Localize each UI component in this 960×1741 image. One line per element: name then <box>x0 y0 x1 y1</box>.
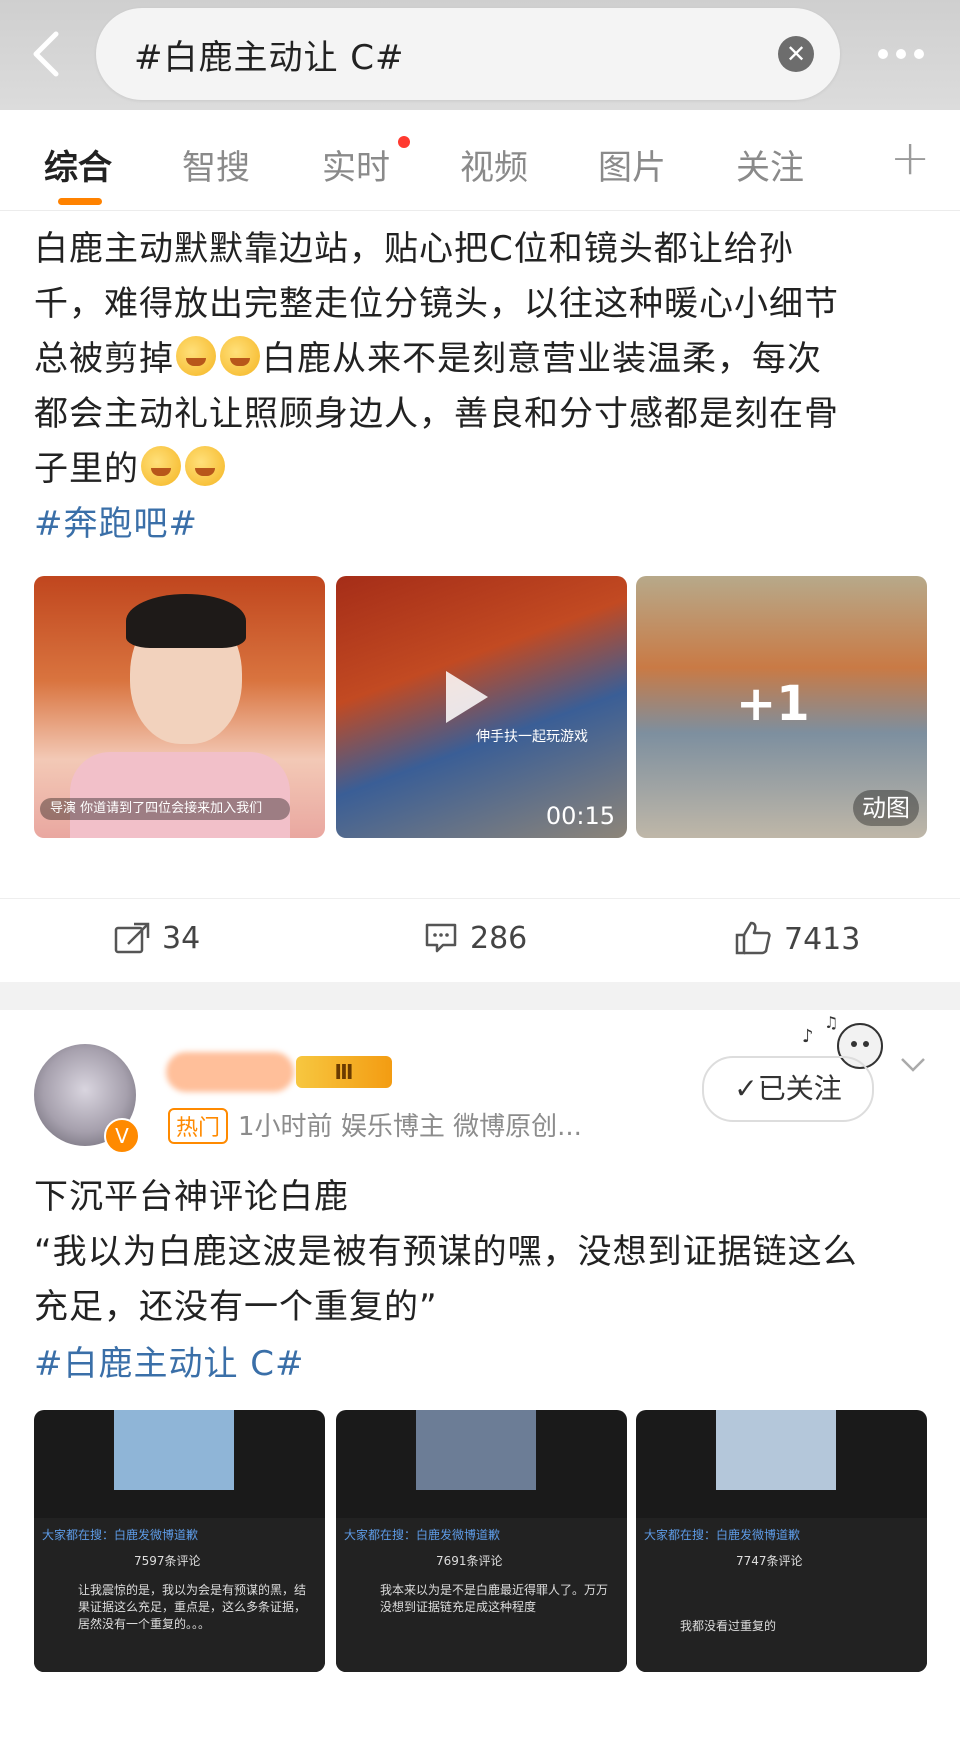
search-input[interactable]: #白鹿主动让 C# ✕ <box>96 8 840 100</box>
clear-icon[interactable]: ✕ <box>778 36 814 72</box>
post-text-line: 千，难得放出完整走位分镜头，以往这种暖心小细节 <box>34 284 839 324</box>
tab-images[interactable]: 图片 <box>598 140 666 189</box>
like-button[interactable]: 7413 <box>734 921 860 957</box>
crying-emoji-icon <box>176 336 216 376</box>
more-images-count: +1 <box>736 676 810 732</box>
post-text: 下沉平台神评论白鹿 “我以为白鹿这波是被有预谋的嘿，没想到证据链这么 充足，还没… <box>34 1170 914 1335</box>
image-caption: 导演 你道请到了四位会接来加入我们 <box>40 798 290 820</box>
search-query: #白鹿主动让 C# <box>134 38 405 78</box>
post-action-bar: 34 286 7413 <box>0 898 960 983</box>
post-separator <box>0 982 960 1010</box>
thumbs-up-icon <box>735 921 771 955</box>
crying-emoji-icon <box>220 336 260 376</box>
level-badge-text: Ⅲ <box>334 1060 354 1084</box>
hashtag-link[interactable]: #奔跑吧# <box>34 496 198 545</box>
post-meta-text: 1小时前 娱乐博主 微博原创... <box>238 1112 582 1142</box>
screenshot-inset <box>416 1410 536 1490</box>
panel-comment: 我本来以为是不是白鹿最近得罪人了。万万没想到证据链充足成这种程度 <box>380 1583 609 1614</box>
more-options-icon[interactable] <box>878 44 934 60</box>
heart-face-emoji-icon <box>141 446 181 486</box>
repost-button[interactable]: 34 <box>114 921 200 956</box>
post-image[interactable]: 大家都在搜：白鹿发微博道歉 7597条评论 让我震惊的是，我以为会是有预谋的黑，… <box>34 1410 325 1672</box>
add-tab-icon[interactable]: + <box>890 130 930 186</box>
panel-title: 大家都在搜：白鹿发微博道歉 <box>644 1528 801 1542</box>
post-image[interactable]: 大家都在搜：白鹿发微博道歉 7747条评论 我都没看过重复的 <box>636 1410 927 1672</box>
post-image[interactable]: 导演 你道请到了四位会接来加入我们 <box>34 576 325 838</box>
post-meta: 热门 1小时前 娱乐博主 微博原创... <box>168 1106 582 1144</box>
comment-panel: 大家都在搜：白鹿发微博道歉 7747条评论 我都没看过重复的 <box>636 1518 927 1672</box>
follow-label: 已关注 <box>757 1072 842 1105</box>
post-video[interactable]: 伸手扶一起玩游戏 00:15 <box>336 576 627 838</box>
post-text-line: 白鹿主动默默靠边站，贴心把C位和镜头都让给孙 <box>34 229 794 269</box>
verified-badge-icon: V <box>104 1118 140 1154</box>
post-text-line: 都会主动礼让照顾身边人，善良和分寸感都是刻在骨 <box>34 394 839 434</box>
comment-button[interactable]: 286 <box>424 921 527 956</box>
back-arrow-icon[interactable] <box>26 28 74 80</box>
new-dot-badge <box>398 136 410 148</box>
post-text-fragment: 总被剪掉 <box>34 339 174 379</box>
post-image-more[interactable]: +1 动图 <box>636 576 927 838</box>
blushing-emoji-icon <box>185 446 225 486</box>
active-tab-indicator <box>58 198 102 205</box>
comment-count: 286 <box>470 921 528 956</box>
level-badge: Ⅲ <box>296 1056 392 1088</box>
person-hair <box>126 594 246 648</box>
play-icon[interactable] <box>446 671 488 723</box>
comment-panel: 大家都在搜：白鹿发微博道歉 7691条评论 我本来以为是不是白鹿最近得罪人了。万… <box>336 1518 627 1672</box>
post-text-line-6: 子里的 <box>34 442 914 497</box>
tab-video[interactable]: 视频 <box>460 140 528 189</box>
video-overlay-text: 伸手扶一起玩游戏 <box>476 729 588 745</box>
top-bar: #白鹿主动让 C# ✕ <box>0 0 960 110</box>
post-text: 白鹿主动默默靠边站，贴心把C位和镜头都让给孙 千，难得放出完整走位分镜头，以往这… <box>34 222 914 497</box>
hot-label: 热门 <box>168 1108 229 1144</box>
username-blurred[interactable] <box>166 1052 294 1092</box>
panel-count: 7597条评论 <box>134 1554 201 1568</box>
like-count: 7413 <box>784 922 861 957</box>
chevron-down-icon[interactable] <box>900 1056 926 1074</box>
tab-following[interactable]: 关注 <box>736 140 804 189</box>
repost-count: 34 <box>162 921 201 956</box>
post-image[interactable]: 大家都在搜：白鹿发微博道歉 7691条评论 我本来以为是不是白鹿最近得罪人了。万… <box>336 1410 627 1672</box>
comment-icon <box>425 923 457 953</box>
video-duration: 00:15 <box>545 802 615 830</box>
post-text-line: 充足，还没有一个重复的” <box>34 1287 438 1327</box>
post-text-line-3: 总被剪掉 白鹿从来不是刻意营业装温柔，每次 <box>34 332 914 387</box>
tab-bar: 综合 智搜 实时 视频 图片 关注 + <box>0 110 960 211</box>
post-text-fragment: 白鹿从来不是刻意营业装温柔，每次 <box>262 339 822 379</box>
panel-comment: 我都没看过重复的 <box>680 1619 777 1633</box>
screenshot-inset <box>716 1410 836 1490</box>
tab-comprehensive[interactable]: 综合 <box>44 140 112 189</box>
post-text-line: 下沉平台神评论白鹿 <box>34 1177 349 1217</box>
panel-comment: 让我震惊的是，我以为会是有预谋的黑，结果证据这么充足，重点是，这么多条证据，居然… <box>78 1583 307 1631</box>
post-text-line: “我以为白鹿这波是被有预谋的嘿，没想到证据链这么 <box>34 1232 858 1272</box>
hashtag-link[interactable]: #白鹿主动让 C# <box>34 1336 305 1385</box>
tab-realtime[interactable]: 实时 <box>322 140 390 189</box>
gif-badge: 动图 <box>853 790 919 826</box>
repost-icon <box>114 922 150 954</box>
person-figure <box>70 752 290 838</box>
panel-count: 7691条评论 <box>436 1554 503 1568</box>
panel-title: 大家都在搜：白鹿发微博道歉 <box>42 1528 199 1542</box>
svg-text:♫: ♫ <box>824 1013 838 1032</box>
comment-panel: 大家都在搜：白鹿发微博道歉 7597条评论 让我震惊的是，我以为会是有预谋的黑，… <box>34 1518 325 1672</box>
panel-title: 大家都在搜：白鹿发微博道歉 <box>344 1528 501 1542</box>
post-text-fragment: 子里的 <box>34 449 139 489</box>
panel-count: 7747条评论 <box>736 1554 803 1568</box>
following-button[interactable]: ✓已关注 <box>702 1056 874 1122</box>
screenshot-inset <box>114 1410 234 1490</box>
svg-text:♪: ♪ <box>802 1026 814 1047</box>
tab-smart-search[interactable]: 智搜 <box>182 140 250 189</box>
